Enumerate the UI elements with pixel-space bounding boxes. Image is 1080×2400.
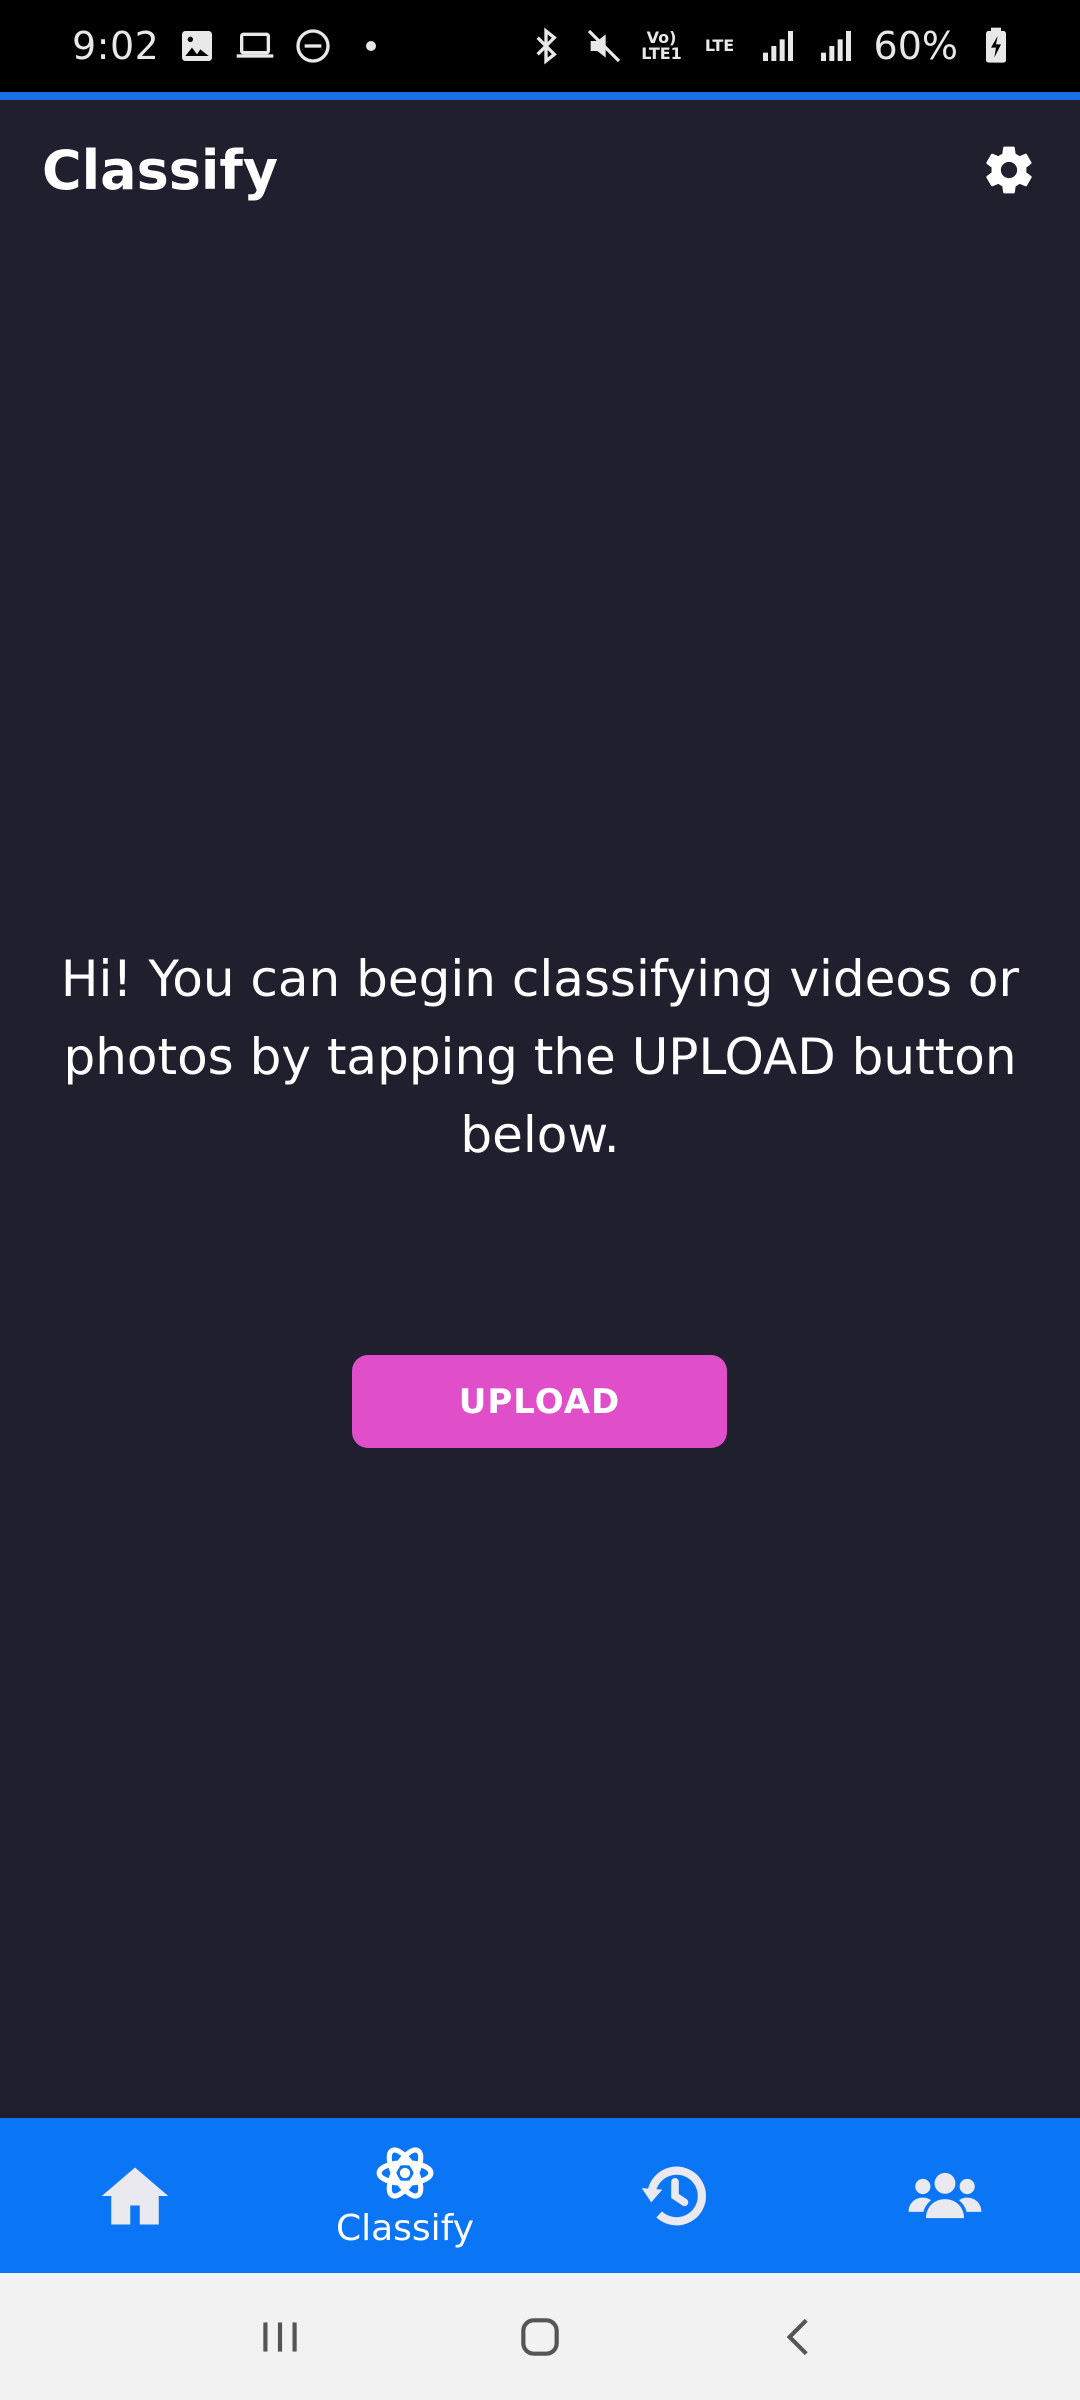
nav-item-history[interactable] (540, 2118, 810, 2273)
bottom-nav: Classify (0, 2118, 1080, 2273)
back-icon (786, 2318, 808, 2355)
upload-button[interactable]: UPLOAD (352, 1355, 727, 1448)
history-icon (641, 2166, 706, 2225)
nav-label-classify: Classify (335, 2208, 475, 2249)
laptop-icon (235, 26, 275, 66)
signal-icon (758, 26, 798, 66)
signal-icon (816, 26, 856, 66)
nav-item-home[interactable] (0, 2118, 270, 2273)
lte-icon: LTE (704, 36, 735, 55)
notification-dot-icon (351, 26, 391, 66)
recent-apps-icon (263, 2321, 297, 2352)
atom-icon (376, 2147, 434, 2199)
mute-icon (584, 26, 624, 66)
home-circle-icon (521, 2317, 559, 2356)
progress-line (0, 92, 1080, 100)
back-button[interactable] (755, 2292, 845, 2382)
home-system-button[interactable] (495, 2292, 585, 2382)
welcome-message: Hi! You can begin classifying videos or … (60, 950, 1020, 1164)
status-time: 9:02 (72, 24, 160, 68)
bluetooth-icon (526, 26, 566, 66)
gear-icon (986, 146, 1032, 194)
page-title: Classify (42, 138, 279, 202)
screen: 9:02 Vo) LTE1 LTE 60% Classify Hi! You c… (0, 0, 1080, 2400)
nav-item-community[interactable] (810, 2118, 1080, 2273)
do-not-disturb-icon (293, 26, 333, 66)
battery-charging-icon (976, 26, 1016, 66)
home-icon (101, 2167, 169, 2224)
status-left: 9:02 (72, 24, 391, 68)
battery-percent: 60% (873, 24, 958, 68)
gallery-icon (177, 26, 217, 66)
settings-button[interactable] (974, 135, 1044, 205)
status-bar: 9:02 Vo) LTE1 LTE 60% (0, 0, 1080, 92)
status-right: Vo) LTE1 LTE 60% (526, 24, 1016, 68)
system-nav (0, 2273, 1080, 2400)
recent-apps-button[interactable] (235, 2292, 325, 2382)
nav-item-classify[interactable]: Classify (270, 2118, 540, 2273)
volte-icon: Vo) LTE1 (641, 28, 682, 63)
users-icon (908, 2172, 982, 2218)
app-bar: Classify (0, 100, 1080, 240)
